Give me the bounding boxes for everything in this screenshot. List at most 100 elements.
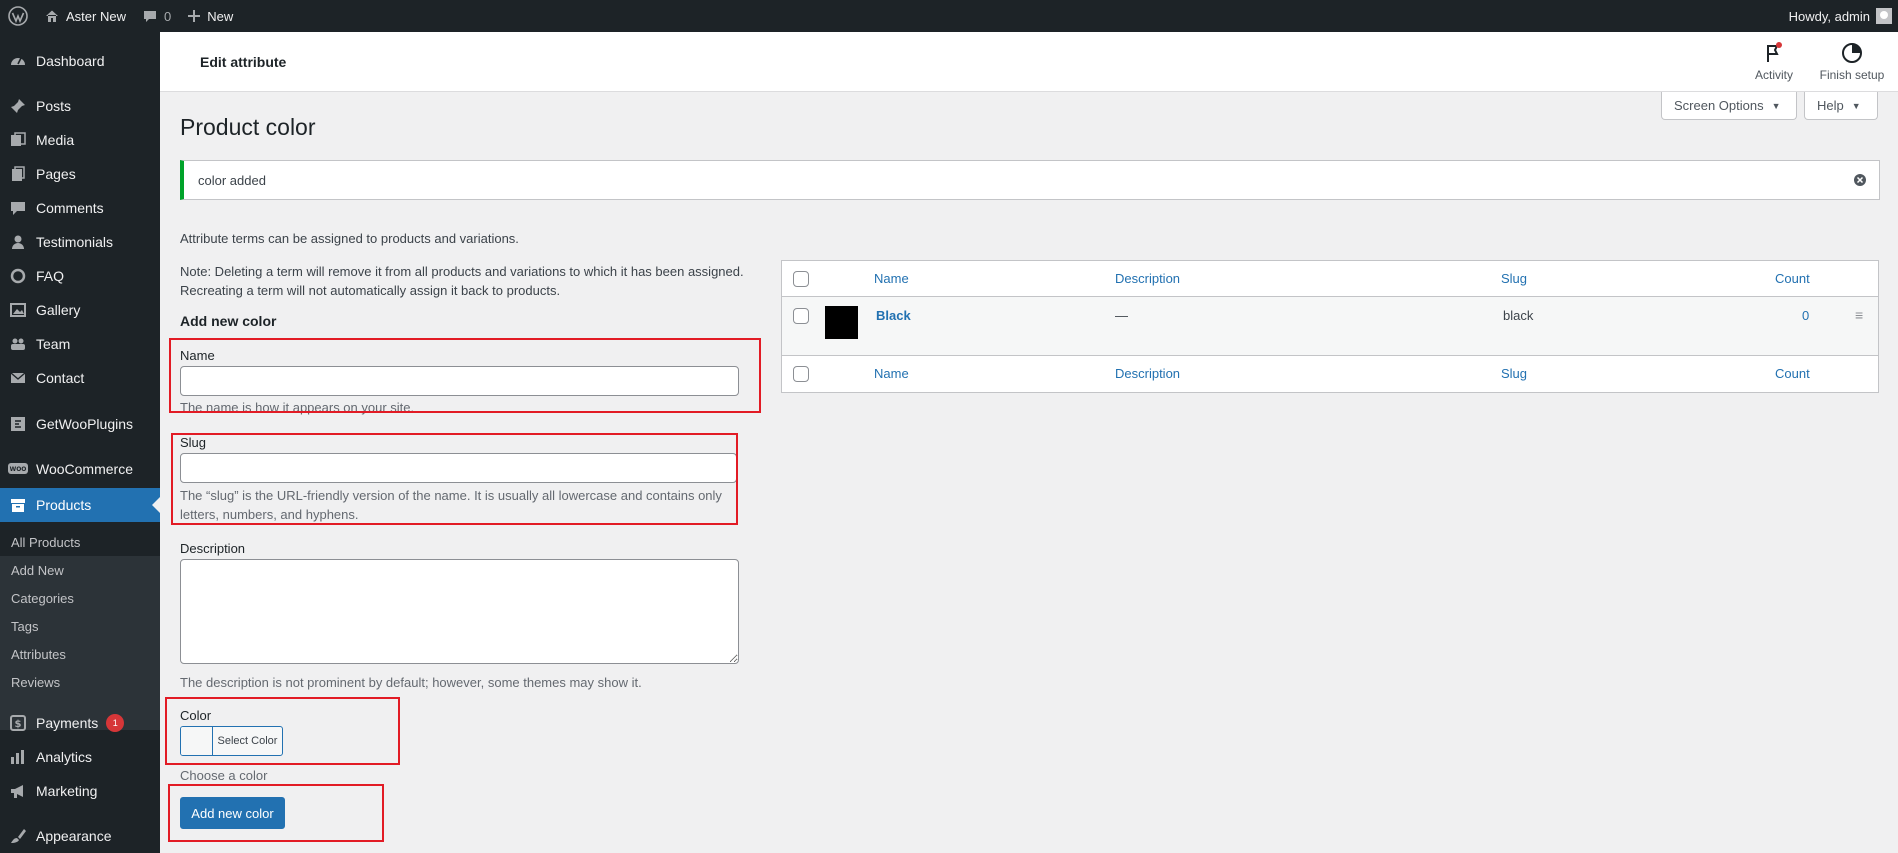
- drag-handle-icon[interactable]: ≡: [1855, 307, 1863, 323]
- sidebar-item-comments[interactable]: Comments: [0, 191, 160, 225]
- sidebar-item-gallery[interactable]: Gallery: [0, 293, 160, 327]
- submenu-attributes[interactable]: Attributes: [11, 647, 66, 662]
- new-label: New: [207, 8, 234, 24]
- person-icon: [12, 235, 24, 249]
- column-description-footer[interactable]: Description: [1115, 366, 1180, 381]
- megaphone-icon: [11, 785, 23, 798]
- sidebar-item-pages[interactable]: Pages: [0, 157, 160, 191]
- submenu-all-products[interactable]: All Products: [11, 535, 80, 550]
- bar-chart-icon: [11, 750, 24, 764]
- sidebar-item-media[interactable]: Media: [0, 123, 160, 157]
- avatar: [1876, 8, 1892, 24]
- column-name[interactable]: Name: [874, 271, 909, 286]
- woocommerce-header: Edit attribute Activity Finish setup: [160, 32, 1898, 92]
- note-line-1: Note: Deleting a term will remove it fro…: [180, 264, 744, 279]
- note-line-2: Recreating a term will not automatically…: [180, 283, 561, 298]
- row-checkbox[interactable]: [793, 308, 809, 324]
- comment-bubble-icon: [143, 11, 156, 22]
- payments-badge: 1: [106, 714, 125, 732]
- sidebar-item-getwooplugins[interactable]: GetWooPlugins: [0, 407, 160, 441]
- sidebar-item-analytics[interactable]: Analytics: [0, 740, 160, 774]
- submenu-add-new[interactable]: Add New: [11, 563, 64, 578]
- terms-table: Name Description Slug Count Black — blac…: [781, 260, 1879, 393]
- sidebar-item-posts[interactable]: Posts: [0, 89, 160, 123]
- mail-icon: [10, 372, 26, 383]
- column-name-footer[interactable]: Name: [874, 366, 909, 381]
- screen-options-button[interactable]: Screen Options ▼: [1661, 92, 1797, 120]
- sidebar-item-woocommerce[interactable]: WOO WooCommerce: [0, 452, 160, 486]
- sidebar-item-testimonials[interactable]: Testimonials: [0, 225, 160, 259]
- column-count[interactable]: Count: [1775, 271, 1810, 286]
- plugin-icon: [11, 417, 25, 431]
- sidebar-item-marketing[interactable]: Marketing: [0, 774, 160, 808]
- plus-icon: [188, 10, 201, 22]
- color-swatch-thumbnail: [825, 306, 858, 339]
- term-name-link[interactable]: Black: [876, 308, 911, 323]
- submenu-tags[interactable]: Tags: [11, 619, 38, 634]
- submenu-categories[interactable]: Categories: [11, 591, 74, 606]
- close-circle-icon: [1854, 174, 1866, 186]
- highlight-box-submit: [168, 784, 384, 842]
- term-slug: black: [1503, 308, 1534, 323]
- pages-icon: [12, 166, 25, 181]
- highlight-box-name: [169, 338, 761, 413]
- column-slug-footer[interactable]: Slug: [1501, 366, 1527, 381]
- archive-icon: [11, 499, 25, 512]
- comments-count: 0: [163, 8, 172, 24]
- brush-icon: [11, 829, 26, 843]
- column-description[interactable]: Description: [1115, 271, 1180, 286]
- description-label: Description: [180, 541, 246, 556]
- select-all-checkbox[interactable]: [793, 271, 809, 287]
- highlight-box-slug: [171, 433, 738, 525]
- sidebar-item-contact[interactable]: Contact: [0, 361, 160, 395]
- help-button[interactable]: Help ▼: [1804, 92, 1878, 120]
- site-name: Aster New: [66, 8, 126, 24]
- products-submenu: [0, 556, 160, 730]
- term-description: —: [1115, 308, 1128, 323]
- sidebar-item-faq[interactable]: FAQ: [0, 259, 160, 293]
- table-footer: Name Description Slug Count: [782, 356, 1878, 393]
- comment-icon: [11, 202, 25, 215]
- howdy-text: Howdy, admin: [1788, 8, 1870, 24]
- term-count-link[interactable]: 0: [1802, 308, 1809, 323]
- caret-down-icon: ▼: [1771, 100, 1781, 111]
- intro-text: Attribute terms can be assigned to produ…: [180, 231, 519, 246]
- column-count-footer[interactable]: Count: [1775, 366, 1810, 381]
- site-name-link[interactable]: Aster New: [36, 0, 134, 32]
- dollar-icon: $: [10, 715, 26, 731]
- description-help: The description is not prominent by defa…: [180, 675, 642, 690]
- sidebar-item-products[interactable]: Products: [0, 488, 160, 522]
- gallery-icon: [10, 303, 26, 317]
- team-icon: [11, 338, 25, 350]
- account-menu[interactable]: Howdy, admin: [1781, 0, 1898, 32]
- svg-text:WOO: WOO: [10, 466, 27, 473]
- finish-setup-button[interactable]: Finish setup: [1812, 42, 1892, 82]
- success-notice: color added: [180, 160, 1880, 200]
- dismiss-notice-button[interactable]: [1853, 173, 1867, 190]
- highlight-box-color: [165, 697, 400, 765]
- sidebar-item-payments[interactable]: $ Payments 1: [0, 706, 160, 740]
- sidebar-item-dashboard[interactable]: Dashboard: [0, 44, 160, 78]
- page-title: Product color: [180, 114, 316, 140]
- pin-icon: [11, 99, 25, 113]
- table-header: Name Description Slug Count: [782, 261, 1878, 297]
- header-title: Edit attribute: [200, 54, 287, 70]
- dashboard-icon: [11, 57, 25, 65]
- caret-down-icon: ▼: [1851, 100, 1861, 111]
- wordpress-logo-icon[interactable]: [0, 0, 36, 32]
- description-textarea[interactable]: [180, 559, 739, 664]
- comments-link[interactable]: 0: [134, 0, 179, 32]
- svg-text:$: $: [15, 719, 22, 730]
- sidebar-item-team[interactable]: Team: [0, 327, 160, 361]
- submenu-reviews[interactable]: Reviews: [11, 675, 60, 690]
- notice-text: color added: [198, 172, 266, 188]
- admin-sidebar: Dashboard Posts Media Pages Comments Tes…: [0, 32, 160, 853]
- column-slug[interactable]: Slug: [1501, 271, 1527, 286]
- media-icon: [11, 132, 26, 146]
- select-all-checkbox-footer[interactable]: [793, 366, 809, 382]
- progress-circle-icon: [1842, 43, 1862, 63]
- new-content-link[interactable]: New: [179, 0, 241, 32]
- activity-button[interactable]: Activity: [1734, 42, 1814, 82]
- admin-bar: Aster New 0 New Howdy, admin: [0, 0, 1898, 32]
- sidebar-item-appearance[interactable]: Appearance: [0, 819, 160, 853]
